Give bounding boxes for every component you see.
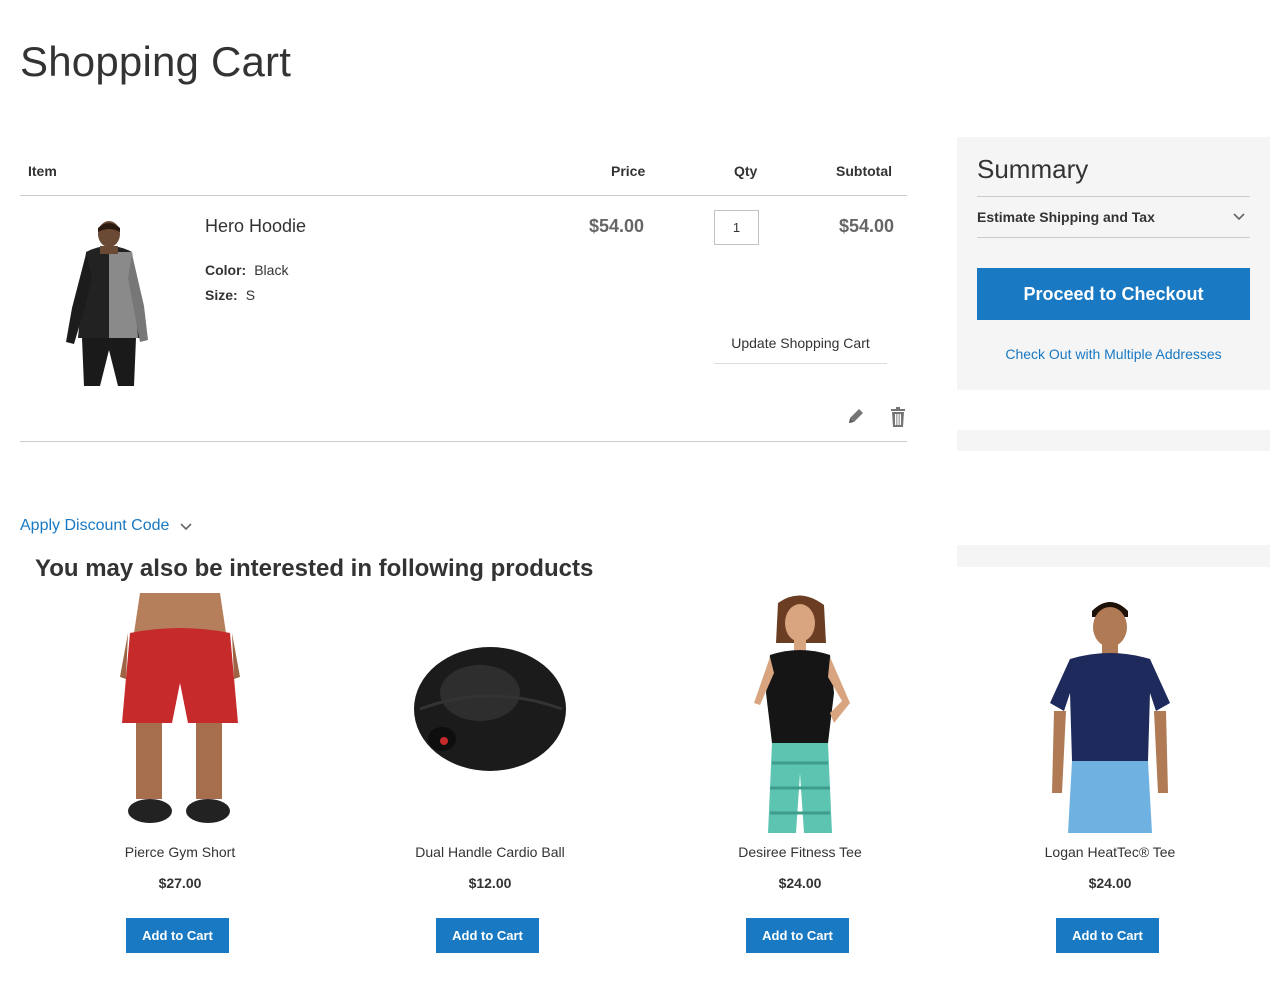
hero-hoodie-image[interactable] <box>42 218 162 386</box>
summary-title: Summary <box>977 154 1089 184</box>
cart-summary: Summary Estimate Shipping and Tax Procee… <box>957 137 1270 390</box>
option-color-value: Black <box>254 262 289 278</box>
header-price: Price <box>611 163 646 179</box>
page-title: Shopping Cart <box>20 38 292 85</box>
option-size-value: S <box>245 287 256 303</box>
pierce-gym-short-image[interactable] <box>80 585 280 833</box>
chevron-down-icon <box>180 523 192 531</box>
product-name[interactable]: Pierce Gym Short <box>55 844 305 860</box>
option-size-label: Size: <box>205 287 238 303</box>
sidebar-block <box>957 545 1270 567</box>
add-to-cart-button[interactable]: Add to Cart <box>1056 918 1159 953</box>
add-to-cart-button[interactable]: Add to Cart <box>746 918 849 953</box>
header-subtotal: Subtotal <box>836 163 892 179</box>
product-card: Desiree Fitness Tee $24.00 Add to Cart <box>675 593 925 963</box>
product-card: Dual Handle Cardio Ball $12.00 Add to Ca… <box>365 593 615 963</box>
product-name[interactable]: Logan HeatTec® Tee <box>985 844 1235 860</box>
add-to-cart-button[interactable]: Add to Cart <box>436 918 539 953</box>
option-color-label: Color: <box>205 262 247 278</box>
cart-table-header: Item Price Qty Subtotal <box>20 150 907 196</box>
estimate-shipping-label: Estimate Shipping and Tax <box>977 209 1155 225</box>
product-name[interactable]: Desiree Fitness Tee <box>675 844 925 860</box>
product-price: $24.00 <box>778 875 822 891</box>
option-size: Size: S <box>205 287 255 303</box>
logan-heattec-tee-image[interactable] <box>1010 593 1210 833</box>
sidebar-block <box>957 430 1270 451</box>
option-color: Color: Black <box>205 262 288 278</box>
cart-item-name[interactable]: Hero Hoodie <box>205 216 306 237</box>
estimate-shipping-toggle[interactable]: Estimate Shipping and Tax <box>977 196 1250 238</box>
add-to-cart-button[interactable]: Add to Cart <box>126 918 229 953</box>
header-item: Item <box>28 163 57 179</box>
qty-input[interactable]: 1 <box>714 210 759 245</box>
product-card: Pierce Gym Short $27.00 Add to Cart <box>55 585 305 963</box>
related-products-title: You may also be interested in following … <box>35 555 594 582</box>
edit-icon[interactable] <box>846 406 866 426</box>
desiree-fitness-tee-image[interactable] <box>700 593 900 833</box>
dual-handle-cardio-ball-image[interactable] <box>390 593 590 833</box>
cart-item-price: $54.00 <box>589 216 645 236</box>
product-price: $12.00 <box>468 875 512 891</box>
apply-discount-toggle[interactable]: Apply Discount Code <box>20 517 193 535</box>
proceed-to-checkout-button[interactable]: Proceed to Checkout <box>977 268 1250 320</box>
cart-item-subtotal: $54.00 <box>839 216 895 236</box>
product-name[interactable]: Dual Handle Cardio Ball <box>365 844 615 860</box>
multiple-addresses-link[interactable]: Check Out with Multiple Addresses <box>977 346 1250 362</box>
apply-discount-label: Apply Discount Code <box>20 517 170 534</box>
chevron-down-icon <box>1233 213 1245 221</box>
cart-item-row: Hero Hoodie Color: Black Size: S $54.00 1 … <box>20 196 907 442</box>
header-qty: Qty <box>734 163 758 179</box>
cart-table: Item Price Qty Subtotal Hero Hoodie Colo… <box>20 150 907 442</box>
product-card: Logan HeatTec® Tee $24.00 Add to Cart <box>985 593 1235 963</box>
product-price: $24.00 <box>1088 875 1132 891</box>
trash-icon[interactable] <box>888 406 908 428</box>
update-cart-button[interactable]: Update Shopping Cart <box>714 326 887 364</box>
product-price: $27.00 <box>158 875 202 891</box>
